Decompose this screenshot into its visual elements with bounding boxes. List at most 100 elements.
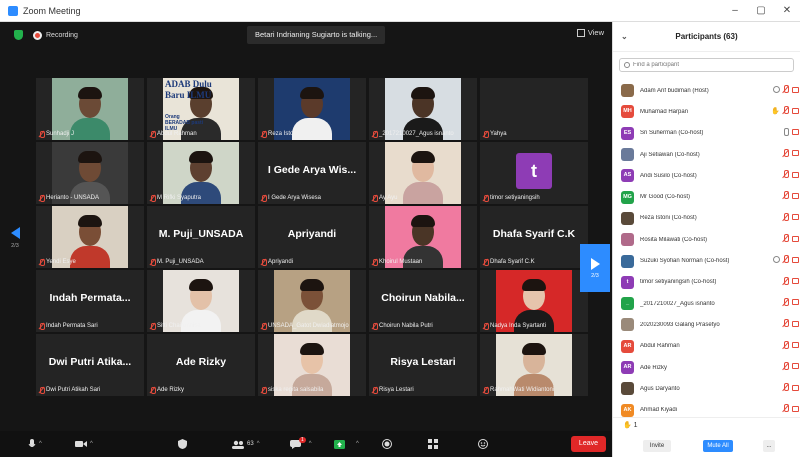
participants-button[interactable]: 63 ^ (232, 436, 260, 452)
participant-row[interactable]: Agus Daryanto (613, 378, 800, 399)
camera-off-icon[interactable] (792, 363, 799, 370)
record-button[interactable] (382, 436, 392, 452)
view-button[interactable]: View (576, 28, 604, 37)
video-tile[interactable]: Apriyandi Apriyandi (258, 206, 366, 268)
muted-mic-icon[interactable] (783, 276, 789, 286)
video-tile[interactable]: Sunhadji J (36, 78, 144, 140)
apps-button[interactable] (428, 436, 438, 452)
participant-row[interactable]: 2020230093 Galang Prasetyo (613, 314, 800, 335)
minimize-button[interactable]: – (722, 0, 748, 22)
muted-mic-icon[interactable] (783, 234, 789, 243)
muted-mic-icon[interactable] (783, 212, 789, 222)
camera-off-icon[interactable] (792, 320, 799, 327)
collapse-panel-chevron-icon[interactable]: ⌄ (621, 32, 628, 41)
mute-control[interactable]: ^ (28, 436, 42, 452)
participant-row[interactable]: AS Andi Susilo (Co-host) (613, 165, 800, 186)
camera-off-icon[interactable] (792, 278, 799, 285)
camera-off-icon[interactable] (792, 86, 799, 93)
security-shield-icon[interactable] (14, 30, 23, 40)
camera-off-icon[interactable] (792, 256, 799, 263)
chat-caret-icon[interactable]: ^ (309, 441, 312, 447)
muted-mic-icon[interactable] (783, 191, 789, 200)
muted-mic-icon[interactable] (783, 361, 789, 371)
muted-mic-icon[interactable] (783, 170, 789, 179)
camera-off-icon[interactable] (792, 107, 799, 114)
video-tile[interactable]: Ay Ayu (369, 142, 477, 204)
muted-mic-icon[interactable] (783, 297, 789, 307)
video-tile[interactable]: Nadya Inda Syartanti (480, 270, 588, 332)
chat-button[interactable]: 1 ^ (290, 436, 312, 452)
participant-row[interactable]: _ _2017210027_Agus isnanto (613, 293, 800, 314)
camera-off-icon[interactable] (792, 405, 799, 412)
reactions-button[interactable] (478, 436, 488, 452)
participant-row[interactable]: AR Abdul Rahman (613, 336, 800, 357)
microphone-icon[interactable] (783, 127, 789, 137)
mute-all-button[interactable]: Mute All (703, 440, 733, 452)
close-window-button[interactable]: ✕ (774, 0, 800, 22)
participant-row[interactable]: MH Muhamad Harpan ✋ (613, 101, 800, 122)
video-tile[interactable]: Dwi Putri Atika... Dwi Putri Atikah Sari (36, 334, 144, 396)
video-tile[interactable]: _2017210027_Agus isnanto (369, 78, 477, 140)
more-options-button[interactable]: ... (763, 440, 775, 452)
video-tile[interactable]: UNSADA_Gatot Dwiadiatmojo (258, 270, 366, 332)
participant-row[interactable]: Adam Arif budiman (Host) (613, 80, 800, 101)
camera-off-icon[interactable] (792, 150, 799, 157)
participant-row[interactable]: Rosita Milawati (Co-host) (613, 229, 800, 250)
share-caret-icon[interactable]: ^ (356, 441, 359, 447)
camera-off-icon[interactable] (792, 342, 799, 349)
video-tile[interactable]: Khoirul Mustaan (369, 206, 477, 268)
video-tile[interactable]: Ade Rizky Ade Rizky (147, 334, 255, 396)
muted-mic-icon[interactable] (783, 85, 789, 94)
camera-off-icon[interactable] (792, 384, 799, 391)
participants-caret-icon[interactable]: ^ (257, 441, 260, 447)
participant-row[interactable]: ES Sri Suherman (Co-host) (613, 123, 800, 144)
muted-mic-icon[interactable] (783, 106, 789, 115)
mute-options-caret-icon[interactable]: ^ (39, 441, 42, 447)
video-tile[interactable]: Yahya (480, 78, 588, 140)
video-tile[interactable]: Reza Istoni (258, 78, 366, 140)
participant-search[interactable] (619, 58, 794, 72)
video-tile[interactable]: Risya Lestari Risya Lestari (369, 334, 477, 396)
video-tile[interactable]: Indah Permata... Indah Permata Sari (36, 270, 144, 332)
video-tile[interactable]: RahmahWati Widiantoni (480, 334, 588, 396)
video-tile[interactable]: Sitti Chairunnisa (147, 270, 255, 332)
muted-mic-icon[interactable] (783, 255, 789, 264)
muted-mic-icon[interactable] (783, 404, 789, 413)
participant-search-input[interactable] (633, 62, 783, 68)
video-tile[interactable]: M. Puji_UNSADA M. Puji_UNSADA (147, 206, 255, 268)
share-screen-button[interactable]: ^ (334, 436, 359, 452)
video-tile[interactable]: Dhafa Syarif C.K Dhafa Syarif C.K (480, 206, 588, 268)
video-tile[interactable]: M Rifki Syaputra (147, 142, 255, 204)
participant-row[interactable]: MG Mr Good (Co-host) (613, 186, 800, 207)
video-tile[interactable]: Yendi Esye (36, 206, 144, 268)
video-options-caret-icon[interactable]: ^ (90, 441, 93, 447)
maximize-button[interactable]: ▢ (748, 0, 774, 22)
video-tile[interactable]: t timor setiyaningsih (480, 142, 588, 204)
video-tile[interactable]: ADAB Dulu Baru ILMU Orang BERADAB pasti IL… (147, 78, 255, 140)
muted-mic-icon[interactable] (783, 319, 789, 328)
camera-off-icon[interactable] (792, 299, 799, 306)
video-tile[interactable]: siska regita salsabila (258, 334, 366, 396)
security-button[interactable] (178, 436, 187, 452)
camera-off-icon[interactable] (792, 171, 799, 178)
previous-page-button[interactable]: 2/3 (0, 227, 30, 249)
muted-mic-icon[interactable] (783, 340, 789, 350)
participant-row[interactable]: Aji Setiawan (Co-host) (613, 144, 800, 165)
video-tile[interactable]: I Gede Arya Wis... I Gede Arya Wisesa (258, 142, 366, 204)
muted-mic-icon[interactable] (783, 148, 789, 158)
participant-row[interactable]: t timor setiyaningsih (Co-host) (613, 272, 800, 293)
participant-row[interactable]: Reza Istoni (Co-host) (613, 208, 800, 229)
video-tile[interactable]: Herianto - UNSADA (36, 142, 144, 204)
video-control[interactable]: ^ (75, 436, 93, 452)
leave-button[interactable]: Leave (570, 436, 606, 452)
camera-off-icon[interactable] (792, 192, 799, 199)
camera-off-icon[interactable] (792, 129, 799, 136)
video-tile[interactable]: Choirun Nabila... Choirun Nabila Putri (369, 270, 477, 332)
muted-mic-icon[interactable] (783, 383, 789, 392)
next-page-button[interactable]: 2/3 (580, 244, 610, 292)
invite-button[interactable]: Invite (643, 440, 671, 452)
participant-row[interactable]: AR Ade Rizky (613, 357, 800, 378)
participant-row[interactable]: Suzuki Syofian Norman (Co-host) (613, 250, 800, 271)
camera-off-icon[interactable] (792, 235, 799, 242)
camera-off-icon[interactable] (792, 214, 799, 221)
